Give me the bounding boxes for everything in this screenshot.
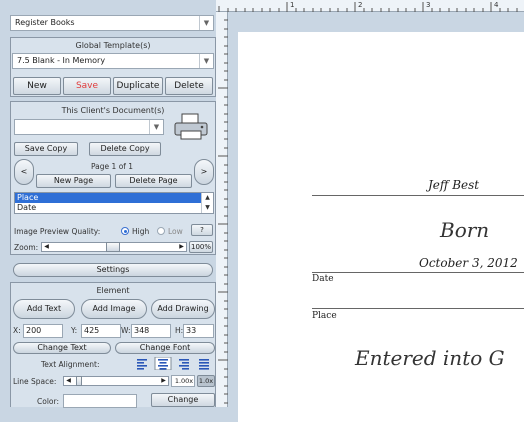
change-color-button[interactable]: Change: [151, 393, 215, 407]
name-underline: [312, 195, 524, 196]
delete-copy-button[interactable]: Delete Copy: [89, 142, 161, 156]
ruler-mark: 4: [494, 1, 499, 9]
page-indicator: Page 1 of 1: [91, 162, 134, 171]
zoom-slider-thumb[interactable]: [106, 242, 120, 252]
list-item[interactable]: Date: [15, 203, 201, 213]
document-canvas: Jeff Best Born October 3, 2012 Date Plac…: [228, 12, 524, 422]
ruler-mark: 1: [290, 1, 295, 9]
line-space-label: Line Space:: [13, 377, 57, 386]
ruler-ticks: [218, 19, 228, 404]
chevron-down-icon: ▼: [149, 120, 163, 134]
change-text-button[interactable]: Change Text: [13, 342, 111, 354]
arrow-left-icon[interactable]: ◀: [64, 377, 73, 385]
save-copy-button[interactable]: Save Copy: [14, 142, 78, 156]
save-template-button[interactable]: Save: [63, 77, 111, 95]
text-alignment-label: Text Alignment:: [41, 360, 100, 369]
client-document-select[interactable]: ▼: [14, 119, 164, 135]
date-underline: [312, 272, 524, 273]
element-list[interactable]: Place Date ▲ ▼: [14, 192, 214, 214]
y-label: Y:: [71, 326, 78, 335]
chevron-down-icon: ▼: [199, 54, 213, 68]
vertical-ruler: [216, 12, 228, 407]
date-label[interactable]: Date: [312, 274, 334, 284]
y-field[interactable]: 425: [81, 324, 121, 338]
register-select[interactable]: Register Books ▼: [10, 15, 214, 31]
align-left-icon[interactable]: [137, 359, 147, 370]
h-label: H:: [175, 326, 184, 335]
global-templates-panel: Global Template(s) 7.5 Blank - In Memory…: [10, 37, 216, 97]
ruler-ticks: [218, 2, 518, 12]
born-text[interactable]: Born: [440, 218, 489, 242]
chevron-left-icon: <: [20, 167, 28, 176]
global-template-select[interactable]: 7.5 Blank - In Memory ▼: [12, 53, 214, 69]
element-title: Element: [96, 286, 130, 295]
quality-help-button[interactable]: ?: [191, 224, 213, 236]
chevron-down-icon: ▼: [199, 16, 213, 30]
line-space-reset-button[interactable]: 1.0x: [197, 375, 215, 387]
list-item[interactable]: Place: [15, 193, 201, 203]
quality-low-label: Low: [168, 227, 183, 236]
x-label: X:: [13, 326, 21, 335]
arrow-left-icon[interactable]: ◀: [42, 243, 51, 251]
settings-button[interactable]: Settings: [13, 263, 213, 277]
previous-page-button[interactable]: <: [14, 159, 34, 185]
place-underline: [312, 308, 524, 309]
quality-high-radio[interactable]: [121, 227, 129, 235]
name-text[interactable]: Jeff Best: [428, 178, 479, 192]
quality-low-radio[interactable]: [157, 227, 165, 235]
entered-text[interactable]: Entered into G: [355, 346, 505, 370]
align-justify-icon[interactable]: [199, 359, 209, 370]
zoom-slider[interactable]: ◀ ▶: [41, 242, 187, 252]
new-page-button[interactable]: New Page: [36, 174, 111, 188]
add-image-button[interactable]: Add Image: [81, 299, 147, 319]
control-panel: Register Books ▼ Global Template(s) 7.5 …: [0, 0, 216, 408]
line-space-thumb[interactable]: [76, 376, 82, 386]
zoom-label: Zoom:: [14, 243, 39, 252]
app-window: Register Books ▼ Global Template(s) 7.5 …: [0, 0, 524, 422]
color-label: Color:: [37, 397, 59, 406]
register-select-value: Register Books: [15, 18, 75, 27]
color-swatch[interactable]: [63, 394, 137, 408]
x-field[interactable]: 200: [23, 324, 63, 338]
quality-high-label: High: [132, 227, 150, 236]
change-font-button[interactable]: Change Font: [115, 342, 215, 354]
next-page-button[interactable]: >: [194, 159, 214, 185]
horizontal-ruler: 1 2 3 4: [216, 0, 524, 12]
quality-label: Image Preview Quality:: [14, 227, 101, 236]
document-page[interactable]: Jeff Best Born October 3, 2012 Date Plac…: [238, 32, 524, 422]
duplicate-template-button[interactable]: Duplicate: [113, 77, 163, 95]
alignment-group: [137, 357, 209, 370]
add-text-button[interactable]: Add Text: [13, 299, 75, 319]
ruler-mark: 3: [426, 1, 431, 9]
client-documents-panel: This Client's Document(s) ▼ Save Copy De…: [10, 101, 216, 255]
line-space-slider[interactable]: ◀ ▶: [63, 376, 169, 386]
arrow-right-icon[interactable]: ▶: [177, 243, 186, 251]
born-date-text[interactable]: October 3, 2012: [419, 256, 518, 270]
arrow-right-icon[interactable]: ▶: [159, 377, 168, 385]
add-drawing-button[interactable]: Add Drawing: [151, 299, 215, 319]
list-scrollbar[interactable]: ▲ ▼: [201, 193, 213, 213]
printer-icon[interactable]: [173, 113, 209, 141]
w-label: W:: [121, 326, 131, 335]
ruler-mark: 2: [358, 1, 363, 9]
align-right-icon[interactable]: [179, 359, 189, 370]
line-space-value[interactable]: 1.00x: [171, 375, 195, 387]
delete-template-button[interactable]: Delete: [165, 77, 213, 95]
chevron-right-icon: >: [200, 167, 208, 176]
delete-page-button[interactable]: Delete Page: [115, 174, 192, 188]
h-field[interactable]: 33: [183, 324, 214, 338]
element-panel: Element Add Text Add Image Add Drawing X…: [10, 282, 216, 408]
w-field[interactable]: 348: [131, 324, 171, 338]
global-templates-title: Global Template(s): [75, 41, 151, 50]
place-label[interactable]: Place: [312, 311, 337, 321]
zoom-value[interactable]: 100%: [189, 241, 213, 253]
global-template-value: 7.5 Blank - In Memory: [17, 56, 106, 65]
new-template-button[interactable]: New: [13, 77, 61, 95]
